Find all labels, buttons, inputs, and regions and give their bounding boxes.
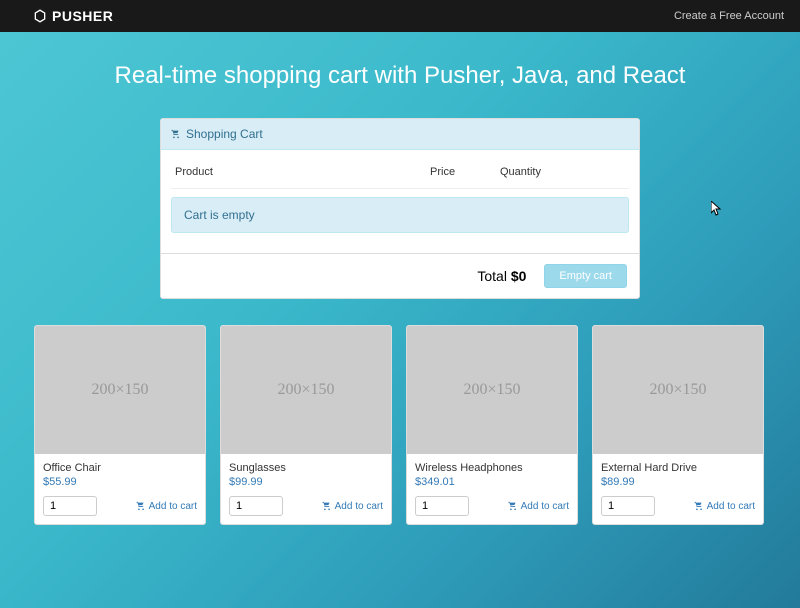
product-price: $55.99 [43, 476, 197, 488]
cart-table-header: Product Price Quantity [171, 160, 629, 189]
product-card: 200×150 External Hard Drive $89.99 Add t… [592, 325, 764, 525]
product-name: External Hard Drive [601, 462, 755, 474]
cart-body: Product Price Quantity Cart is empty [161, 150, 639, 253]
add-to-cart-label: Add to cart [335, 501, 383, 512]
product-card: 200×150 Sunglasses $99.99 Add to cart [220, 325, 392, 525]
product-price: $89.99 [601, 476, 755, 488]
brand-text: PUSHER [52, 8, 113, 24]
product-name: Wireless Headphones [415, 462, 569, 474]
product-image-placeholder: 200×150 [35, 326, 205, 454]
add-to-cart-button[interactable]: Add to cart [694, 501, 755, 512]
create-account-link[interactable]: Create a Free Account [674, 10, 784, 22]
product-grid: 200×150 Office Chair $55.99 Add to cart … [0, 325, 800, 525]
empty-cart-button[interactable]: Empty cart [544, 264, 627, 288]
total-value: $0 [511, 268, 527, 284]
product-image-placeholder: 200×150 [221, 326, 391, 454]
product-price: $99.99 [229, 476, 383, 488]
pusher-logo-icon [32, 8, 48, 24]
product-card: 200×150 Office Chair $55.99 Add to cart [34, 325, 206, 525]
product-price: $349.01 [415, 476, 569, 488]
product-image-placeholder: 200×150 [407, 326, 577, 454]
cart-icon [694, 501, 704, 511]
add-to-cart-label: Add to cart [521, 501, 569, 512]
product-image-placeholder: 200×150 [593, 326, 763, 454]
cart-empty-message: Cart is empty [171, 197, 629, 233]
cart-icon [508, 501, 518, 511]
navbar: PUSHER Create a Free Account [0, 0, 800, 32]
cart-header-label: Shopping Cart [186, 127, 263, 141]
cart-footer: Total $0 Empty cart [161, 253, 639, 298]
quantity-input[interactable] [415, 496, 469, 516]
brand-logo[interactable]: PUSHER [32, 8, 113, 24]
cart-icon [171, 129, 181, 139]
quantity-input[interactable] [601, 496, 655, 516]
quantity-input[interactable] [229, 496, 283, 516]
add-to-cart-button[interactable]: Add to cart [322, 501, 383, 512]
cart-header: Shopping Cart [161, 119, 639, 150]
total-label: Total [477, 268, 507, 284]
col-product: Product [175, 166, 430, 178]
product-name: Office Chair [43, 462, 197, 474]
col-price: Price [430, 166, 500, 178]
page-title: Real-time shopping cart with Pusher, Jav… [0, 62, 800, 90]
quantity-input[interactable] [43, 496, 97, 516]
product-card: 200×150 Wireless Headphones $349.01 Add … [406, 325, 578, 525]
col-qty: Quantity [500, 166, 570, 178]
cart-total: Total $0 [477, 268, 526, 284]
product-name: Sunglasses [229, 462, 383, 474]
add-to-cart-label: Add to cart [707, 501, 755, 512]
shopping-cart-panel: Shopping Cart Product Price Quantity Car… [160, 118, 640, 299]
cart-icon [322, 501, 332, 511]
add-to-cart-button[interactable]: Add to cart [508, 501, 569, 512]
cart-icon [136, 501, 146, 511]
add-to-cart-button[interactable]: Add to cart [136, 501, 197, 512]
add-to-cart-label: Add to cart [149, 501, 197, 512]
mouse-cursor-icon [711, 201, 723, 217]
